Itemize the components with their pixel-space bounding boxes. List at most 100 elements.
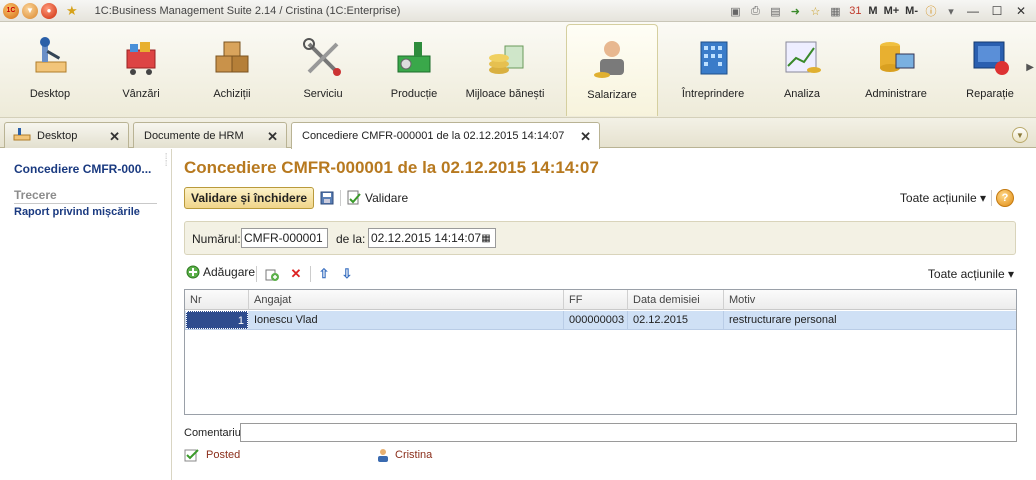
chevron-down-icon[interactable]: ▼ xyxy=(1012,127,1028,143)
cell-employee[interactable]: Ionescu Vlad xyxy=(249,311,564,329)
window-title: 1C:Business Management Suite 2.14 / Cris… xyxy=(94,4,401,17)
chevron-down-icon[interactable]: ▾ xyxy=(944,4,958,18)
panel-splitter-handle[interactable]: ⁞ ⁞ xyxy=(165,153,167,168)
section-label: Administrare xyxy=(865,88,927,100)
production-icon xyxy=(390,34,438,82)
tab-dismissal-document[interactable]: Concediere CMFR-000001 de la 02.12.2015 … xyxy=(291,122,600,149)
section-label: Producție xyxy=(390,88,438,100)
validate-button[interactable]: Validare xyxy=(346,190,408,206)
menu-dropdown-icon[interactable]: ▼ xyxy=(22,2,38,19)
column-header-dismissal-date[interactable]: Data demisiei xyxy=(628,290,724,310)
document-author[interactable]: Cristina xyxy=(377,448,432,462)
desktop-icon xyxy=(13,127,31,144)
number-field[interactable]: CMFR-000001 xyxy=(241,228,328,248)
go-back-icon[interactable]: ➜ xyxy=(788,4,802,18)
posted-status: Posted xyxy=(184,448,240,462)
section-label: Serviciu xyxy=(303,88,343,100)
table-all-actions-menu[interactable]: Toate acțiunile ▾ xyxy=(928,267,1014,281)
memory-add-button[interactable]: M+ xyxy=(884,5,900,17)
separator xyxy=(991,190,992,206)
payroll-person-icon xyxy=(588,35,636,83)
calendar-icon[interactable]: 31 xyxy=(848,4,862,18)
comment-label: Comentariu: xyxy=(184,427,244,439)
cell-dismissal-date[interactable]: 02.12.2015 xyxy=(628,311,724,329)
memory-button[interactable]: M xyxy=(868,5,877,17)
section-service[interactable]: Serviciu xyxy=(277,24,369,116)
print-icon[interactable]: ⎙ xyxy=(748,4,762,18)
copy-row-icon[interactable] xyxy=(264,266,280,282)
move-down-icon[interactable]: ⇩ xyxy=(339,266,355,282)
section-label: Achiziții xyxy=(213,88,251,100)
column-header-reason[interactable]: Motiv xyxy=(724,290,1016,310)
analysis-chart-icon xyxy=(778,34,826,82)
sales-cart-icon xyxy=(117,34,165,82)
nav-link-movement-report[interactable]: Raport privind mișcările xyxy=(14,206,140,218)
tab-desktop[interactable]: Desktop ✕ xyxy=(4,122,129,148)
section-sales[interactable]: Vânzări xyxy=(95,24,187,116)
move-up-icon[interactable]: ⇧ xyxy=(316,266,332,282)
minimize-button[interactable]: — xyxy=(964,3,982,19)
memory-subtract-button[interactable]: M- xyxy=(905,5,918,17)
tab-label: Desktop xyxy=(37,129,78,142)
section-label: Întreprindere xyxy=(681,88,745,100)
form-navigation-panel: Concediere CMFR-000... Trecere Raport pr… xyxy=(0,149,172,480)
close-icon[interactable]: ✕ xyxy=(267,129,278,145)
close-icon[interactable]: ✕ xyxy=(109,129,120,145)
preview-icon[interactable]: ▤ xyxy=(768,4,782,18)
maximize-button[interactable]: ☐ xyxy=(988,3,1006,19)
cell-nr[interactable]: 1 xyxy=(186,311,248,329)
save-icon[interactable]: ▣ xyxy=(728,4,742,18)
nav-current-document[interactable]: Concediere CMFR-000... xyxy=(14,162,151,176)
section-label: Desktop xyxy=(29,88,71,100)
section-label: Mijloace bănești xyxy=(465,88,545,100)
section-analysis[interactable]: Analiza xyxy=(756,24,848,116)
section-enterprise[interactable]: Întreprindere xyxy=(667,24,759,116)
history-icon[interactable]: ● xyxy=(41,2,57,19)
all-actions-menu[interactable]: Toate acțiunile ▾ xyxy=(900,191,986,205)
section-label: Reparație xyxy=(966,88,1014,100)
close-icon[interactable]: ✕ xyxy=(580,129,591,145)
cell-ff[interactable]: 000000003 xyxy=(564,311,628,329)
comment-field[interactable] xyxy=(240,423,1017,442)
section-payroll[interactable]: Salarizare xyxy=(566,24,658,116)
employees-table[interactable]: Nr Angajat FF Data demisiei Motiv 1 Ione… xyxy=(184,289,1017,415)
form-command-bar: Validare și închidere Validare Toate acț… xyxy=(173,187,1036,211)
page-title: Concediere CMFR-000001 de la 02.12.2015 … xyxy=(184,158,599,177)
delete-row-icon[interactable]: ✕ xyxy=(288,266,304,282)
section-money[interactable]: Mijloace bănești xyxy=(459,24,551,116)
column-header-ff[interactable]: FF xyxy=(564,290,628,310)
chevron-right-icon[interactable]: ▶ xyxy=(1026,62,1034,73)
column-header-employee[interactable]: Angajat xyxy=(249,290,564,310)
section-repair[interactable]: Reparație xyxy=(944,24,1036,116)
cell-reason[interactable]: restructurare personal xyxy=(724,311,1016,329)
window-titlebar: 1C ▼ ● ★ 1C:Business Management Suite 2.… xyxy=(0,0,1036,22)
calculator-icon[interactable]: ▦ xyxy=(828,4,842,18)
administration-icon xyxy=(872,34,920,82)
favorites-star-icon[interactable]: ★ xyxy=(66,3,78,19)
date-field[interactable]: 02.12.2015 14:14:07 ▦ xyxy=(368,228,496,248)
info-icon[interactable]: ⓘ xyxy=(924,4,938,18)
calendar-icon[interactable]: ▦ xyxy=(479,231,493,245)
close-window-button[interactable]: ✕ xyxy=(1012,3,1030,19)
help-icon[interactable]: ? xyxy=(996,189,1014,207)
section-desktop[interactable]: Desktop xyxy=(4,24,96,116)
purchases-boxes-icon xyxy=(208,34,256,82)
tab-hrm-documents[interactable]: Documente de HRM ✕ xyxy=(133,122,287,148)
enterprise-building-icon xyxy=(689,34,737,82)
section-administration[interactable]: Administrare xyxy=(850,24,942,116)
table-row[interactable]: 1 Ionescu Vlad 000000003 02.12.2015 rest… xyxy=(185,311,1016,330)
number-label: Numărul: xyxy=(192,232,241,246)
tab-label: Concediere CMFR-000001 de la 02.12.2015 … xyxy=(302,130,565,142)
section-production[interactable]: Producție xyxy=(368,24,460,116)
app-logo-icon[interactable]: 1C xyxy=(3,2,19,19)
post-and-close-button[interactable]: Validare și închidere xyxy=(184,187,315,209)
section-label: Vânzări xyxy=(122,88,160,100)
date-label: de la: xyxy=(336,232,366,246)
save-icon[interactable] xyxy=(320,191,334,205)
column-header-nr[interactable]: Nr xyxy=(185,290,249,310)
posted-check-icon xyxy=(184,449,199,462)
section-purchases[interactable]: Achiziții xyxy=(186,24,278,116)
add-row-button[interactable]: Adăugare xyxy=(186,265,255,279)
nav-group-heading: Trecere xyxy=(14,188,157,204)
favorites-add-icon[interactable]: ☆ xyxy=(808,4,822,18)
